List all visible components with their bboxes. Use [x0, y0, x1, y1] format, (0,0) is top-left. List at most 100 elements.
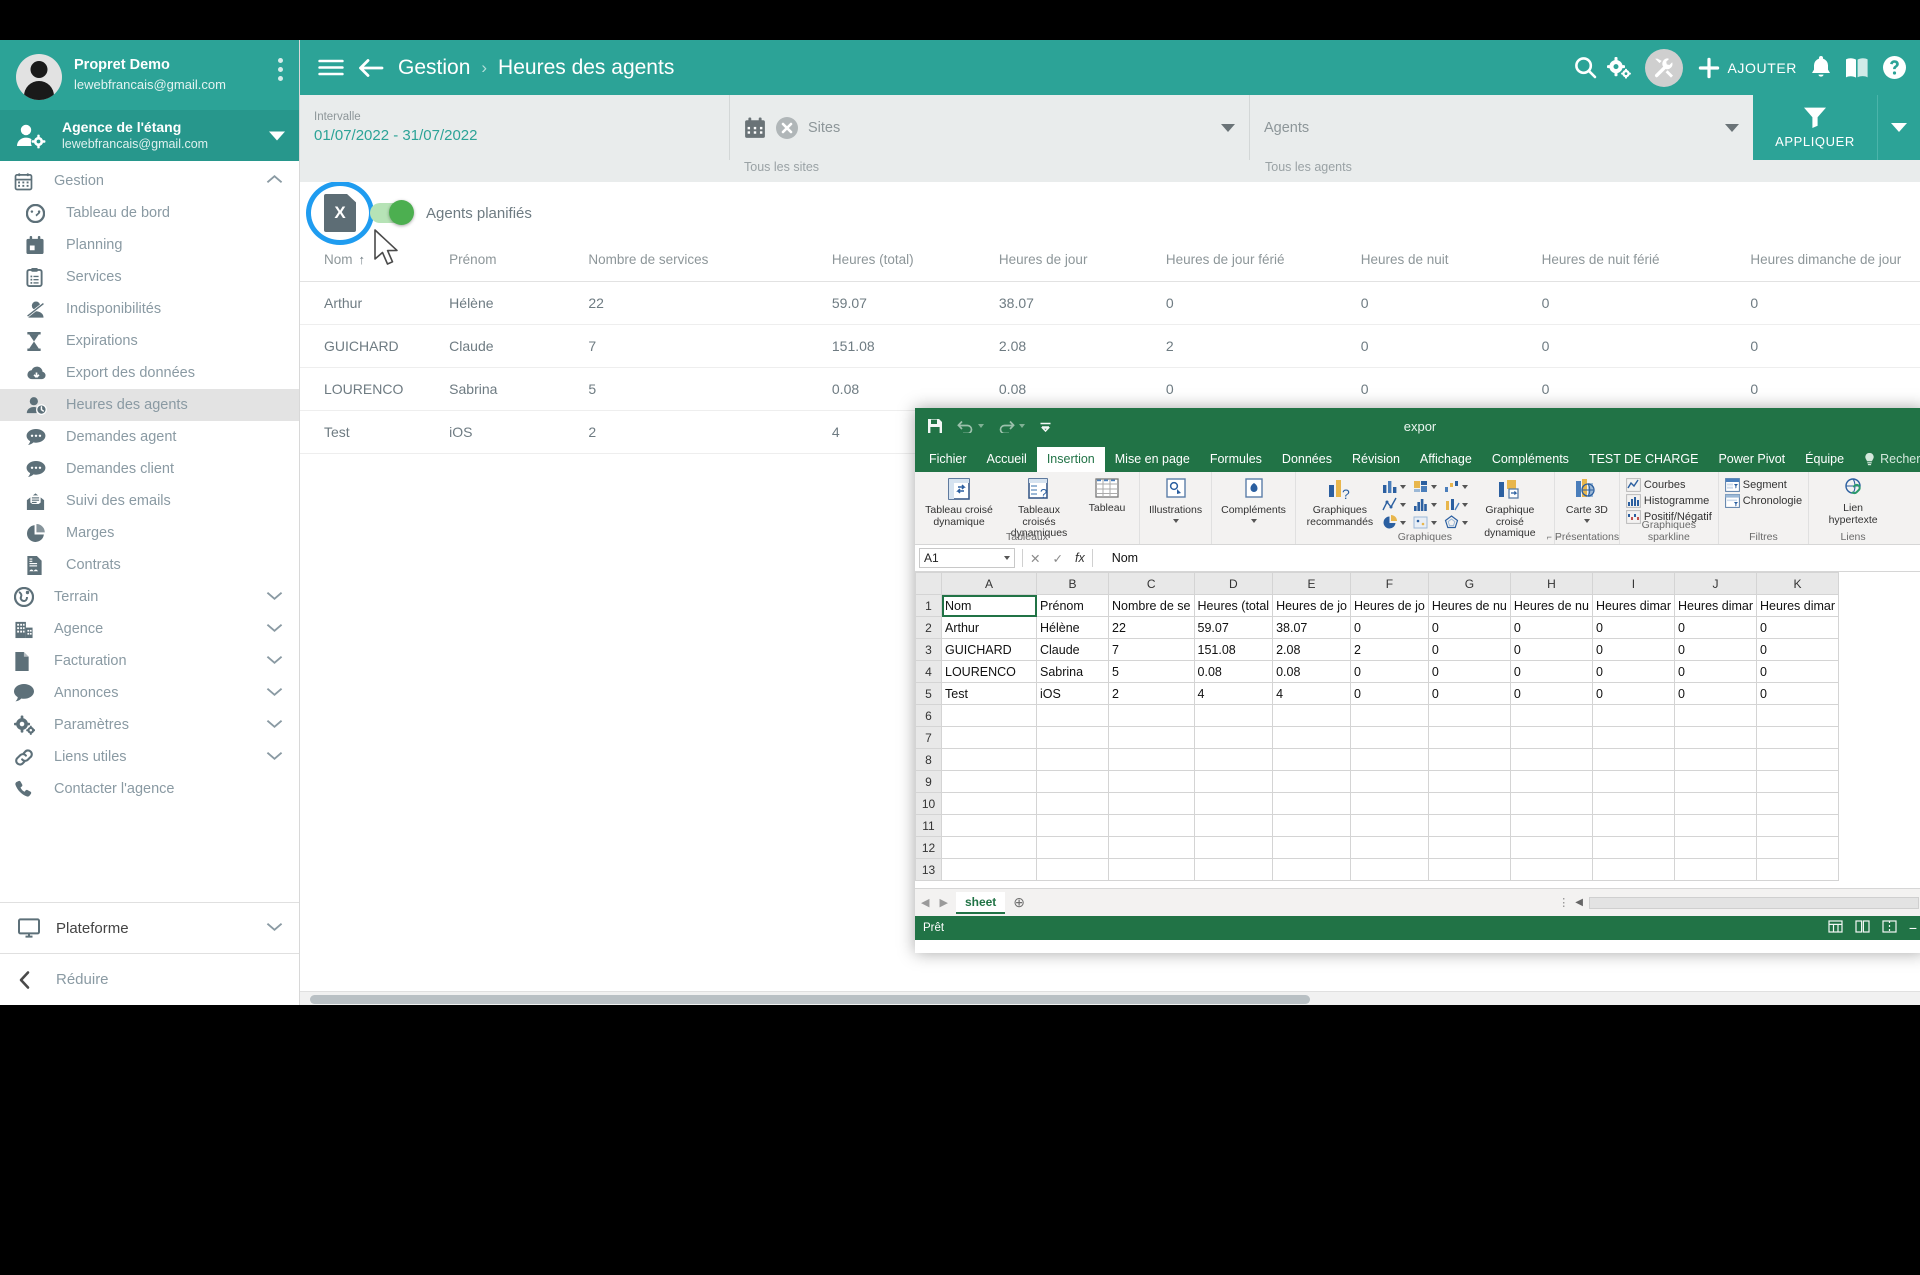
row-header[interactable]: 8	[915, 748, 942, 771]
dialog-launcher-icon[interactable]: ⌐	[1547, 532, 1552, 542]
cell-g12[interactable]	[1427, 836, 1511, 859]
cell-c8[interactable]	[1108, 748, 1195, 771]
row-header[interactable]: 7	[915, 726, 942, 749]
row-header[interactable]: 5	[915, 682, 942, 705]
cell-d4[interactable]: 0.08	[1193, 660, 1274, 683]
cell-c13[interactable]	[1108, 858, 1195, 881]
cell-e11[interactable]	[1272, 814, 1351, 837]
cell-b3[interactable]: Claude	[1036, 638, 1109, 661]
cell-b7[interactable]	[1036, 726, 1109, 749]
redo-icon[interactable]	[998, 419, 1015, 433]
cell-d12[interactable]	[1193, 836, 1274, 859]
cell-e9[interactable]	[1272, 770, 1351, 793]
agents-planifies-toggle[interactable]	[370, 200, 414, 225]
save-icon[interactable]	[927, 418, 943, 434]
cell-k13[interactable]	[1756, 858, 1840, 881]
cell-b12[interactable]	[1036, 836, 1109, 859]
tab-revision[interactable]: Révision	[1342, 447, 1410, 472]
apply-more-caret-icon[interactable]	[1878, 95, 1920, 160]
chevron-down-icon[interactable]	[1250, 518, 1257, 523]
sidebar-group-agence[interactable]: Agence	[0, 613, 299, 645]
sidebar-group-parametres[interactable]: Paramètres	[0, 709, 299, 741]
user-menu-kebab-icon[interactable]	[278, 58, 283, 81]
chevron-up-icon[interactable]	[266, 172, 283, 190]
cell-c1[interactable]: Nombre de se	[1108, 594, 1195, 617]
select-all-corner[interactable]	[915, 572, 942, 595]
cell-k2[interactable]: 0	[1756, 616, 1840, 639]
column-header-heures-de-jour-ferie[interactable]: Heures de jour férié	[1155, 244, 1351, 282]
cell-d6[interactable]	[1193, 704, 1274, 727]
cell-b8[interactable]	[1036, 748, 1109, 771]
col-header-h[interactable]: H	[1509, 572, 1593, 595]
cell-a8[interactable]	[941, 748, 1037, 771]
row-header[interactable]: 11	[915, 814, 942, 837]
cell-j2[interactable]: 0	[1673, 616, 1758, 639]
tab-accueil[interactable]: Accueil	[977, 447, 1037, 472]
row-header[interactable]: 3	[915, 638, 942, 661]
complements-button[interactable]: Compléments	[1218, 475, 1289, 525]
cell-h8[interactable]	[1509, 748, 1593, 771]
cell-j13[interactable]	[1673, 858, 1758, 881]
tab-affichage[interactable]: Affichage	[1410, 447, 1482, 472]
cell-f11[interactable]	[1349, 814, 1429, 837]
tab-fichier[interactable]: Fichier	[919, 447, 977, 472]
cell-k10[interactable]	[1756, 792, 1840, 815]
cell-j1[interactable]: Heures dimar	[1673, 594, 1758, 617]
cell-e6[interactable]	[1272, 704, 1351, 727]
bell-icon[interactable]	[1811, 56, 1831, 79]
sidebar-item-suivi-des-emails[interactable]: Suivi des emails	[0, 485, 299, 517]
cell-g4[interactable]: 0	[1427, 660, 1511, 683]
illustrations-button[interactable]: Illustrations	[1146, 475, 1205, 525]
tools-icon[interactable]	[1645, 48, 1684, 87]
normal-view-icon[interactable]	[1828, 920, 1843, 936]
cell-g11[interactable]	[1427, 814, 1511, 837]
cell-h3[interactable]: 0	[1509, 638, 1593, 661]
cell-g3[interactable]: 0	[1427, 638, 1511, 661]
sparkline-column-button[interactable]: Histogramme	[1625, 494, 1712, 508]
cell-a10[interactable]	[941, 792, 1037, 815]
cell-j8[interactable]	[1673, 748, 1758, 771]
cell-i5[interactable]: 0	[1591, 682, 1675, 705]
undo-caret-icon[interactable]	[978, 424, 984, 428]
tab-equipe[interactable]: Équipe	[1795, 447, 1854, 472]
table-row[interactable]: LOURENCO Sabrina 5 0.08 0.08 0 0 0 0 0 0…	[300, 367, 1920, 411]
cell-b5[interactable]: iOS	[1036, 682, 1109, 705]
table-row[interactable]: GUICHARD Claude 7 151.08 2.08 2 0 0 0 0 …	[300, 324, 1920, 368]
cell-h13[interactable]	[1509, 858, 1593, 881]
spreadsheet-grid[interactable]: A B C D E F G H I J K 1 Nom Prénom Nombr…	[915, 572, 1920, 888]
tab-complements[interactable]: Compléments	[1482, 447, 1579, 472]
row-header[interactable]: 4	[915, 660, 942, 683]
col-header-j[interactable]: J	[1673, 572, 1758, 595]
agency-dropdown-caret-icon[interactable]	[269, 131, 285, 140]
cell-f12[interactable]	[1349, 836, 1429, 859]
sidebar-group-liens-utiles[interactable]: Liens utiles	[0, 741, 299, 773]
cell-d11[interactable]	[1193, 814, 1274, 837]
cell-f6[interactable]	[1349, 704, 1429, 727]
cell-g9[interactable]	[1427, 770, 1511, 793]
sheet-horizontal-scrollbar[interactable]: ⋮ ◀	[1558, 896, 1919, 909]
cell-h1[interactable]: Heures de nu	[1509, 594, 1593, 617]
sites-filter[interactable]: Sites	[730, 95, 1250, 160]
sidebar-item-expirations[interactable]: Expirations	[0, 325, 299, 357]
hamburger-icon[interactable]	[318, 58, 344, 77]
cell-j9[interactable]	[1673, 770, 1758, 793]
col-header-i[interactable]: I	[1591, 572, 1675, 595]
sheet-nav-arrows[interactable]: ◀ ▶	[921, 896, 948, 909]
waterfall-chart-icon[interactable]	[1444, 479, 1468, 494]
chevron-down-icon[interactable]	[266, 620, 283, 638]
gears-icon[interactable]	[1607, 56, 1632, 79]
cell-i7[interactable]	[1591, 726, 1675, 749]
cell-a1[interactable]: Nom	[941, 594, 1037, 617]
column-header-prenom[interactable]: Prénom	[439, 244, 579, 282]
cell-g13[interactable]	[1427, 858, 1511, 881]
col-header-g[interactable]: G	[1427, 572, 1511, 595]
tab-insertion[interactable]: Insertion	[1036, 447, 1105, 472]
minimize-icon[interactable]	[1909, 419, 1913, 434]
cell-k5[interactable]: 0	[1756, 682, 1840, 705]
clear-filter-icon[interactable]	[776, 116, 798, 139]
cell-a12[interactable]	[941, 836, 1037, 859]
cell-f2[interactable]: 0	[1349, 616, 1429, 639]
tab-power-pivot[interactable]: Power Pivot	[1708, 447, 1795, 472]
cell-f10[interactable]	[1349, 792, 1429, 815]
chevron-down-icon[interactable]	[1004, 556, 1010, 560]
